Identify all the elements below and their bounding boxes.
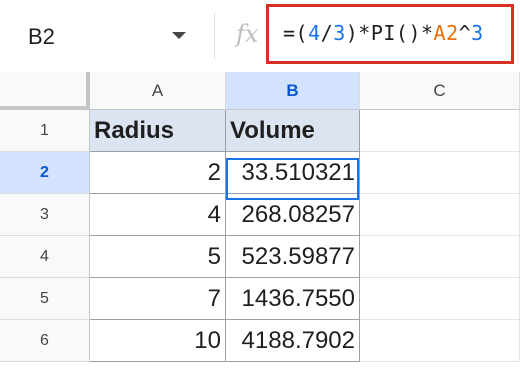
formula-bar: B2 fx =(4/3)*PI()*A2^3 — [0, 0, 520, 72]
column-header-a[interactable]: A — [90, 72, 226, 110]
cell-b1[interactable]: Volume — [226, 110, 360, 152]
cell-a4[interactable]: 5 — [90, 236, 226, 278]
formula-token: 4 — [308, 21, 321, 45]
formula-token: 3 — [471, 21, 484, 45]
cell-c4[interactable] — [360, 236, 520, 278]
divider — [214, 13, 215, 59]
name-box[interactable]: B2 — [0, 0, 205, 72]
column-header-b[interactable]: B — [226, 72, 360, 110]
formula-token: A2 — [433, 21, 459, 45]
column-header-c[interactable]: C — [360, 72, 520, 110]
select-all-corner[interactable] — [0, 72, 90, 110]
cell-a6[interactable]: 10 — [90, 320, 226, 362]
formula-token: )*PI()* — [345, 21, 434, 45]
cell-c3[interactable] — [360, 194, 520, 236]
cell-c1[interactable] — [360, 110, 520, 152]
formula-highlight-box: =(4/3)*PI()*A2^3 — [266, 4, 514, 64]
cell-b3[interactable]: 268.08257 — [226, 194, 360, 236]
row-header-2[interactable]: 2 — [0, 152, 90, 194]
formula-token: 3 — [333, 21, 346, 45]
cell-b6[interactable]: 4188.7902 — [226, 320, 360, 362]
cell-b4[interactable]: 523.59877 — [226, 236, 360, 278]
cell-a1[interactable]: Radius — [90, 110, 226, 152]
chevron-down-icon[interactable] — [172, 32, 186, 39]
cell-c5[interactable] — [360, 278, 520, 320]
cell-c6[interactable] — [360, 320, 520, 362]
cell-b2[interactable]: 33.510321 — [226, 152, 360, 194]
formula-input[interactable]: =(4/3)*PI()*A2^3 — [283, 21, 484, 45]
formula-token: / — [320, 21, 334, 45]
cell-b5[interactable]: 1436.7550 — [226, 278, 360, 320]
row-header-6[interactable]: 6 — [0, 320, 90, 362]
cell-c2[interactable] — [360, 152, 520, 194]
row-header-1[interactable]: 1 — [0, 110, 90, 152]
formula-token: =( — [283, 21, 309, 45]
row-header-4[interactable]: 4 — [0, 236, 90, 278]
cell-a2[interactable]: 2 — [90, 152, 226, 194]
row-header-3[interactable]: 3 — [0, 194, 90, 236]
row-header-5[interactable]: 5 — [0, 278, 90, 320]
formula-token: ^ — [458, 21, 472, 45]
cell-a5[interactable]: 7 — [90, 278, 226, 320]
cell-a3[interactable]: 4 — [90, 194, 226, 236]
name-box-value: B2 — [28, 24, 55, 49]
fx-icon: fx — [236, 20, 259, 48]
spreadsheet-grid: A B C 1 Radius Volume 2 2 33.510321 3 4 268.08257 4 5… — [0, 72, 520, 374]
